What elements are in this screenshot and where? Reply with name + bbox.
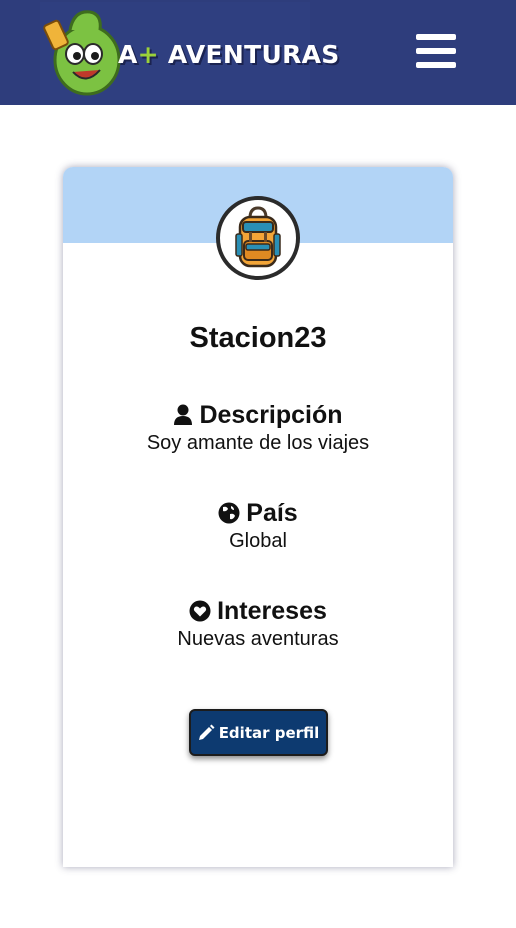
hamburger-menu-icon[interactable] xyxy=(416,34,456,68)
interests-value: Nuevas aventuras xyxy=(177,628,339,650)
country-title: País xyxy=(246,499,298,527)
description-value: Soy amante de los viajes xyxy=(146,432,370,454)
menu-bar xyxy=(416,62,456,68)
menu-bar xyxy=(416,34,456,40)
menu-bar xyxy=(416,48,456,54)
edit-profile-button[interactable]: Editar perfil xyxy=(189,709,328,756)
description-title: Descripción xyxy=(199,401,343,429)
interests-section: Intereses Nuevas aventuras xyxy=(63,596,453,651)
brand-title: AVENTURAS xyxy=(158,40,340,69)
brand-prefix: A xyxy=(118,40,138,69)
country-value: Global xyxy=(229,530,287,552)
brand-logo[interactable]: A+ AVENTURAS xyxy=(40,2,339,100)
username: Stacion23 xyxy=(189,322,327,354)
globe-icon xyxy=(218,502,240,524)
brand-plus: + xyxy=(137,40,159,69)
top-navbar: A+ AVENTURAS xyxy=(0,0,516,105)
user-icon xyxy=(174,404,193,425)
profile-card: Stacion23 Descripción Soy amante de los … xyxy=(63,167,453,867)
interests-title: Intereses xyxy=(217,597,327,625)
pencil-icon xyxy=(198,724,215,740)
heart-icon xyxy=(189,600,211,622)
interests-heading: Intereses xyxy=(63,596,453,626)
description-section: Descripción Soy amante de los viajes xyxy=(63,400,453,455)
backpack-icon xyxy=(235,206,281,268)
description-heading: Descripción xyxy=(63,400,453,430)
country-section: País Global xyxy=(63,498,453,553)
edit-profile-label: Editar perfil xyxy=(218,723,320,742)
avatar xyxy=(216,196,300,280)
brand-name: A+ AVENTURAS xyxy=(118,40,340,69)
country-heading: País xyxy=(63,498,453,528)
